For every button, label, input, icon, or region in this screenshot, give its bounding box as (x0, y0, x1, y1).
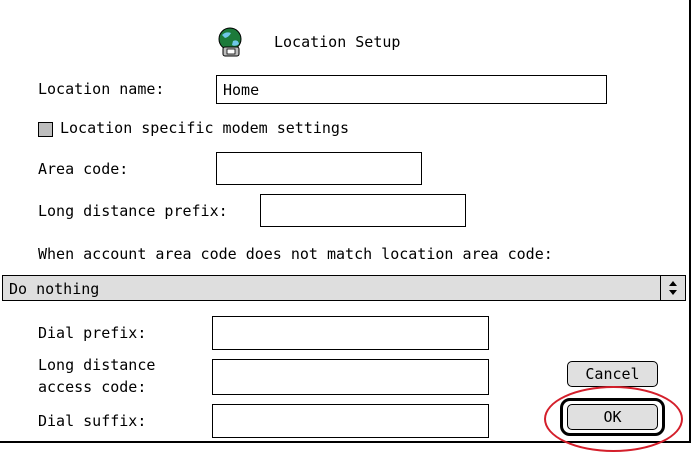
globe-phone-icon (218, 27, 242, 57)
ok-button[interactable]: OK (567, 404, 658, 430)
long-distance-access-label-line1: Long distance (38, 356, 156, 374)
long-distance-prefix-field[interactable] (260, 194, 466, 227)
dial-prefix-field[interactable] (212, 316, 489, 350)
mismatch-prompt-label: When account area code does not match lo… (38, 245, 553, 263)
dial-prefix-label: Dial prefix: (38, 324, 147, 342)
location-setup-dialog: Location Setup Location name: Location s… (0, 0, 691, 452)
updown-arrows-icon (660, 276, 685, 300)
long-distance-access-label-line2: access code: (38, 378, 147, 396)
cancel-button[interactable]: Cancel (567, 361, 658, 387)
location-name-field[interactable] (216, 75, 607, 104)
mismatch-action-value: Do nothing (9, 280, 100, 298)
location-name-label: Location name: (38, 80, 165, 98)
dial-suffix-label: Dial suffix: (38, 412, 147, 430)
long-distance-access-field[interactable] (212, 359, 489, 395)
area-code-label: Area code: (38, 160, 129, 178)
dialog-title: Location Setup (274, 33, 401, 51)
dial-suffix-field[interactable] (212, 404, 489, 438)
modem-settings-label: Location specific modem settings (60, 119, 349, 137)
modem-settings-checkbox[interactable] (38, 122, 53, 137)
long-distance-prefix-label: Long distance prefix: (38, 202, 228, 220)
mismatch-action-select[interactable]: Do nothing (2, 275, 686, 301)
area-code-field[interactable] (216, 152, 422, 185)
